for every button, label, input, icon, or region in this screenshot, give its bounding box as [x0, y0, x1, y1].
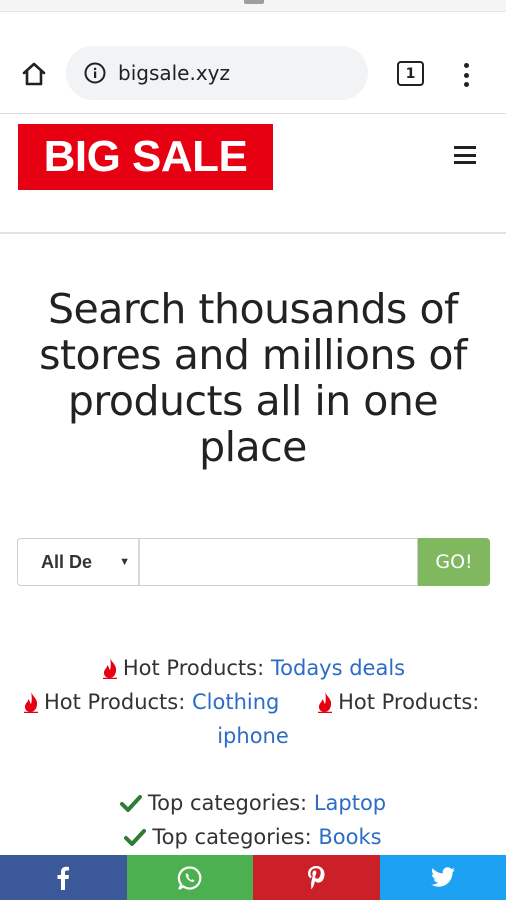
check-icon — [124, 829, 147, 846]
list-item: Hot Products: Todays deals — [101, 656, 405, 680]
browser-menu-button[interactable] — [454, 60, 478, 90]
status-bar — [0, 0, 506, 12]
pinterest-icon — [308, 865, 325, 889]
category-link[interactable]: Books — [318, 825, 381, 849]
check-icon — [119, 795, 142, 812]
menu-dot-icon — [463, 82, 469, 87]
department-select[interactable]: All De ▼ — [17, 538, 138, 586]
home-button[interactable] — [16, 56, 52, 92]
tab-count: 1 — [405, 65, 416, 82]
address-bar[interactable]: bigsale.xyz — [66, 46, 368, 100]
list-item: Hot Products: Clothing — [22, 690, 279, 714]
fire-icon — [318, 692, 333, 713]
hot-products-label: Hot Products: — [122, 656, 265, 680]
fire-icon — [102, 658, 117, 679]
share-twitter-button[interactable] — [379, 855, 506, 900]
hot-products-row: iphone — [0, 724, 506, 748]
hot-products-label: Hot Products: — [44, 690, 186, 714]
top-categories-label: Top categories: — [147, 791, 308, 815]
share-whatsapp-button[interactable] — [126, 855, 253, 900]
browser-toolbar: bigsale.xyz 1 — [0, 12, 506, 114]
list-item: Top categories: Books — [124, 825, 382, 849]
top-categories-label: Top categories: — [152, 825, 312, 849]
fire-icon — [24, 692, 38, 713]
go-button[interactable]: GO! — [418, 538, 490, 586]
tab-switcher-button[interactable]: 1 — [397, 61, 424, 86]
menu-dot-icon — [463, 72, 469, 78]
search-input[interactable] — [138, 538, 418, 586]
social-share-bar — [0, 855, 506, 900]
hot-product-link[interactable]: Clothing — [192, 690, 279, 714]
category-link[interactable]: Laptop — [314, 791, 386, 815]
menu-dot-icon — [463, 63, 469, 68]
home-icon — [22, 62, 46, 86]
top-categories-row: Top categories: Laptop — [0, 791, 506, 818]
facebook-icon — [57, 866, 70, 890]
share-pinterest-button[interactable] — [253, 855, 380, 900]
whatsapp-icon — [177, 865, 202, 890]
dropdown-arrow-icon: ▼ — [119, 556, 130, 568]
list-item: Hot Products: — [316, 690, 479, 714]
department-selected-value: All De — [41, 551, 93, 572]
hot-products-row: Hot Products: Clothing Hot Products: — [22, 690, 492, 718]
hot-products-row: Hot Products: Todays deals — [0, 656, 506, 684]
hot-products-label: Hot Products: — [338, 690, 480, 714]
hamburger-menu-icon[interactable] — [454, 146, 476, 164]
logo-text: BIG SALE — [43, 132, 248, 181]
hot-product-link[interactable]: iphone — [217, 724, 289, 748]
share-facebook-button[interactable] — [0, 855, 127, 900]
search-form: All De ▼ GO! — [17, 538, 490, 586]
hero-title: Search thousands of stores and millions … — [39, 285, 467, 471]
info-icon[interactable] — [84, 62, 106, 84]
twitter-icon — [430, 866, 455, 887]
site-logo[interactable]: BIG SALE — [18, 124, 273, 190]
site-header: BIG SALE — [0, 114, 506, 234]
url-text[interactable]: bigsale.xyz — [118, 61, 230, 85]
list-item: Top categories: Laptop — [119, 791, 386, 815]
top-categories-row: Top categories: Books — [0, 825, 506, 852]
hot-product-link[interactable]: Todays deals — [271, 656, 405, 680]
status-notch — [244, 0, 264, 4]
